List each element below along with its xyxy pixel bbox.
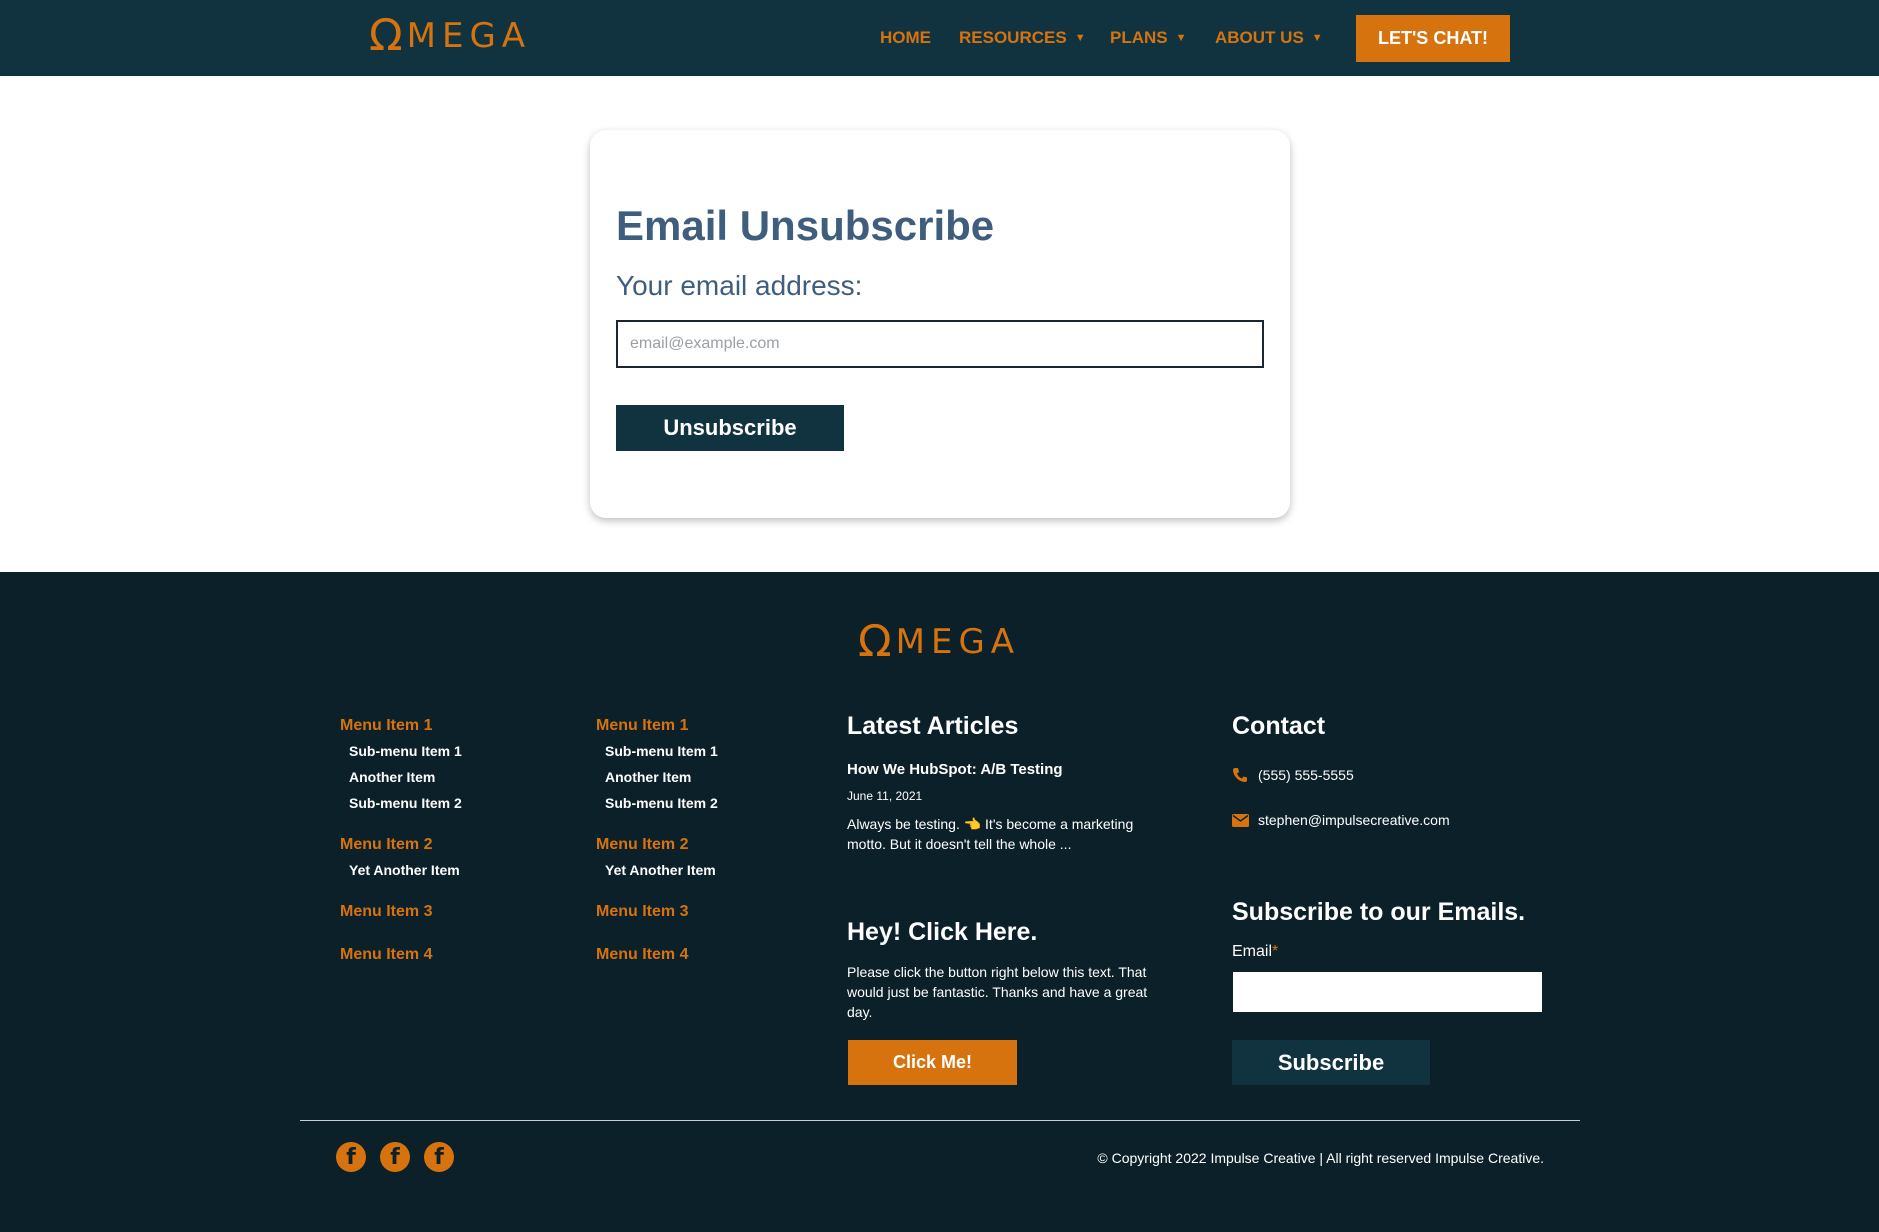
footer-menu-item[interactable]: Menu Item 2 (340, 836, 432, 854)
footer-omega-logo[interactable]: Ω MEGA (858, 620, 1020, 664)
phone-icon (1232, 767, 1258, 783)
contact-email-text: stephen@impulsecreative.com (1258, 812, 1450, 828)
contact-phone-text: (555) 555-5555 (1258, 767, 1354, 783)
click-me-button[interactable]: Click Me! (848, 1040, 1017, 1085)
copyright-text: © Copyright 2022 Impulse Creative | All … (1097, 1150, 1544, 1166)
footer-submenu-item[interactable]: Sub-menu Item 2 (349, 795, 462, 811)
footer-menu-item[interactable]: Menu Item 2 (596, 836, 688, 854)
omega-logo-symbol: Ω (858, 616, 892, 667)
contact-phone[interactable]: (555) 555-5555 (1232, 767, 1354, 783)
nav-about-us[interactable]: ABOUT US ▼ (1215, 28, 1323, 48)
nav-about-us-label: ABOUT US (1215, 28, 1304, 47)
omega-logo-word: MEGA (406, 16, 532, 56)
footer-menu-item[interactable]: Menu Item 4 (340, 946, 432, 964)
facebook-icon[interactable]: f (380, 1142, 410, 1172)
chevron-down-icon: ▼ (1175, 32, 1187, 44)
footer-submenu-item[interactable]: Another Item (349, 769, 435, 785)
footer-submenu-item[interactable]: Yet Another Item (349, 862, 460, 878)
footer-submenu-item[interactable]: Sub-menu Item 1 (349, 743, 462, 759)
email-address-label: Your email address: (616, 270, 863, 301)
footer-menu-item[interactable]: Menu Item 1 (596, 717, 688, 735)
omega-logo-word: MEGA (895, 622, 1021, 662)
article-title-link[interactable]: How We HubSpot: A/B Testing (847, 761, 1063, 778)
nav-home-label: HOME (880, 28, 931, 47)
subscribe-email-label-text: Email (1232, 943, 1273, 960)
facebook-icon[interactable]: f (336, 1142, 366, 1172)
site-header: Ω MEGA HOME RESOURCES ▼ PLANS ▼ ABOUT US… (0, 0, 1879, 76)
required-mark: * (1272, 943, 1279, 960)
contact-email[interactable]: stephen@impulsecreative.com (1232, 812, 1450, 828)
omega-logo-symbol: Ω (369, 10, 403, 61)
nav-home[interactable]: HOME (880, 28, 931, 48)
subscribe-button[interactable]: Subscribe (1232, 1040, 1430, 1085)
article-excerpt: Always be testing. 👈 It's become a marke… (847, 816, 1134, 852)
promo-text: Please click the button right below this… (847, 964, 1148, 1020)
footer-divider (300, 1120, 1580, 1121)
facebook-icon[interactable]: f (424, 1142, 454, 1172)
footer-submenu-item[interactable]: Sub-menu Item 2 (605, 795, 718, 811)
omega-logo[interactable]: Ω MEGA (369, 14, 531, 58)
chevron-down-icon: ▼ (1311, 32, 1323, 44)
footer-submenu-item[interactable]: Sub-menu Item 1 (605, 743, 718, 759)
nav-plans-label: PLANS (1110, 28, 1168, 47)
footer-menu-item[interactable]: Menu Item 1 (340, 717, 432, 735)
unsubscribe-card: Email Unsubscribe Your email address: Un… (590, 130, 1290, 518)
footer-menu-item[interactable]: Menu Item 4 (596, 946, 688, 964)
footer-submenu-item[interactable]: Yet Another Item (605, 862, 716, 878)
unsubscribe-button[interactable]: Unsubscribe (616, 405, 844, 451)
contact-heading: Contact (1232, 712, 1326, 740)
chevron-down-icon: ▼ (1074, 32, 1086, 44)
page-title: Email Unsubscribe (616, 202, 995, 249)
footer-menu-item[interactable]: Menu Item 3 (596, 903, 688, 921)
site-footer: Ω MEGA Menu Item 1 Sub-menu Item 1 Anoth… (0, 572, 1879, 1232)
nav-resources-label: RESOURCES (959, 28, 1067, 47)
promo-heading: Hey! Click Here. (847, 918, 1038, 946)
subscribe-email-field[interactable] (1233, 972, 1542, 1012)
subscribe-heading: Subscribe to our Emails. (1232, 898, 1526, 926)
article-date: June 11, 2021 (847, 789, 923, 803)
footer-menu-item[interactable]: Menu Item 3 (340, 903, 432, 921)
subscribe-email-label: Email* (1232, 943, 1278, 961)
footer-submenu-item[interactable]: Another Item (605, 769, 691, 785)
lets-chat-button[interactable]: LET'S CHAT! (1356, 15, 1510, 62)
envelope-icon (1232, 813, 1258, 827)
nav-plans[interactable]: PLANS ▼ (1110, 28, 1187, 48)
email-field[interactable] (616, 320, 1264, 368)
nav-resources[interactable]: RESOURCES ▼ (959, 28, 1086, 48)
latest-articles-heading: Latest Articles (847, 712, 1019, 740)
